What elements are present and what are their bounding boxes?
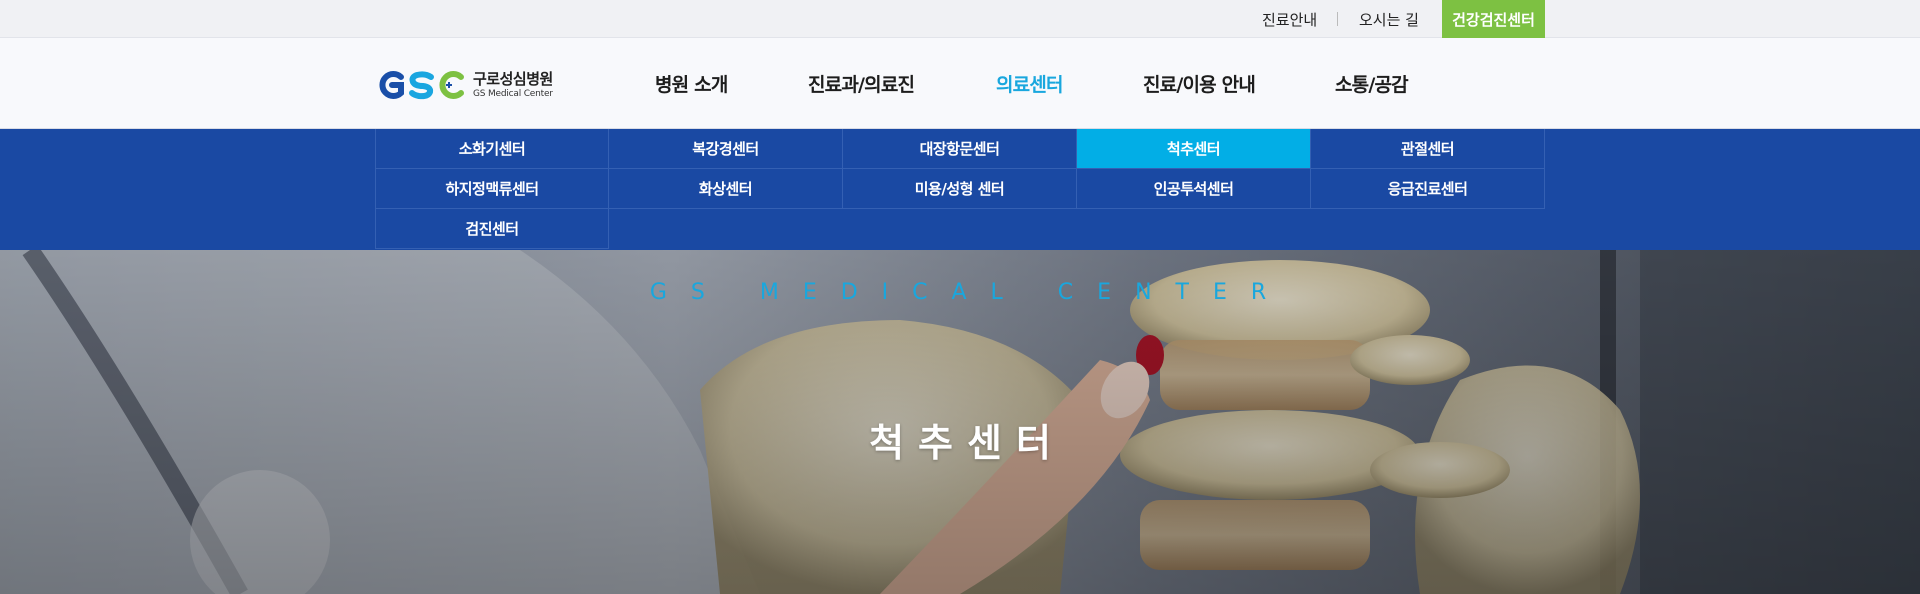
submenu-joint-center[interactable]: 관절센터 bbox=[1311, 129, 1545, 169]
gnb-medical-center[interactable]: 의료센터 bbox=[996, 38, 1064, 129]
utility-bar: 진료안내 오시는 길 건강검진센터 bbox=[0, 0, 1920, 38]
logo-name-en: GS Medical Center bbox=[473, 88, 553, 99]
submenu-checkup-center[interactable]: 검진센터 bbox=[375, 209, 609, 249]
submenu-colorectal-center[interactable]: 대장항문센터 bbox=[843, 129, 1077, 169]
logo[interactable]: 구로성심병원 GS Medical Center bbox=[375, 68, 553, 102]
logo-name-ko: 구로성심병원 bbox=[473, 69, 553, 88]
health-checkup-button[interactable]: 건강검진센터 bbox=[1442, 0, 1545, 38]
hero-subtitle: GS MEDICAL CENTER bbox=[649, 280, 1291, 305]
header: 구로성심병원 GS Medical Center 병원 소개 진료과/의료진 의… bbox=[0, 38, 1920, 129]
submenu-burn-center[interactable]: 화상센터 bbox=[609, 169, 843, 209]
submenu-cosmetic-center[interactable]: 미용/성형 센터 bbox=[843, 169, 1077, 209]
submenu-spine-center[interactable]: 척추센터 bbox=[1077, 129, 1311, 169]
utility-link-directions[interactable]: 오시는 길 bbox=[1359, 0, 1419, 38]
submenu-dialysis-center[interactable]: 인공투석센터 bbox=[1077, 169, 1311, 209]
gnb-community[interactable]: 소통/공감 bbox=[1335, 38, 1409, 129]
gnb-hospital-intro[interactable]: 병원 소개 bbox=[655, 38, 728, 129]
gnb-departments[interactable]: 진료과/의료진 bbox=[808, 38, 915, 129]
center-submenu: 소화기센터 복강경센터 대장항문센터 척추센터 관절센터 하지정맥류센터 화상센… bbox=[0, 129, 1920, 250]
utility-divider bbox=[1337, 12, 1338, 26]
hero-banner: GS MEDICAL CENTER 척추센터 bbox=[0, 250, 1920, 594]
submenu-laparoscopy-center[interactable]: 복강경센터 bbox=[609, 129, 843, 169]
submenu-digestive-center[interactable]: 소화기센터 bbox=[375, 129, 609, 169]
logo-mark bbox=[375, 69, 467, 101]
utility-link-guide[interactable]: 진료안내 bbox=[1262, 0, 1317, 38]
gnb-usage-guide[interactable]: 진료/이용 안내 bbox=[1143, 38, 1256, 129]
submenu-emergency-center[interactable]: 응급진료센터 bbox=[1311, 169, 1545, 209]
submenu-varicose-center[interactable]: 하지정맥류센터 bbox=[375, 169, 609, 209]
hero-title: 척추센터 bbox=[869, 421, 1065, 465]
